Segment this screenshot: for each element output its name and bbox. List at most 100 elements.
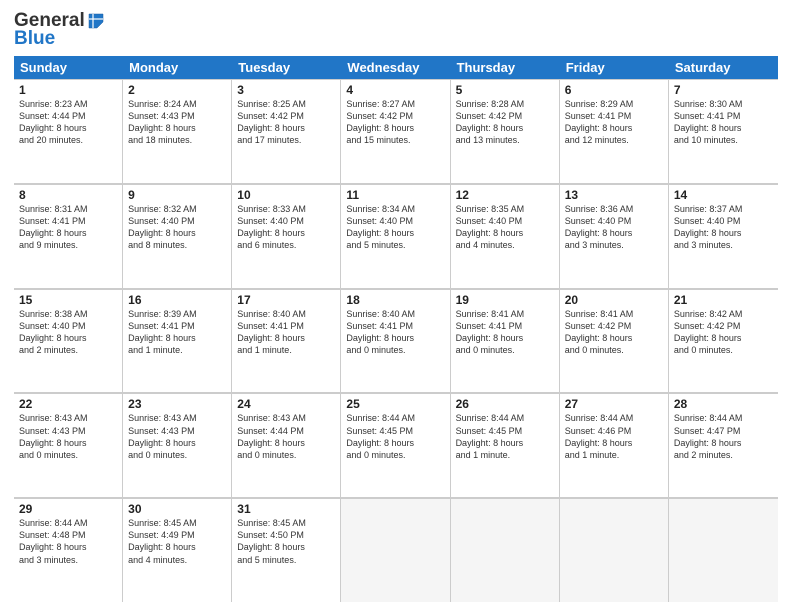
cell-info-line: Sunset: 4:42 PM (565, 320, 663, 332)
cell-info-line: Sunrise: 8:43 AM (128, 412, 226, 424)
day-number: 28 (674, 397, 773, 411)
day-number: 26 (456, 397, 554, 411)
empty-cell (451, 498, 560, 602)
cell-info-line: and 13 minutes. (456, 134, 554, 146)
day-cell-18: 18Sunrise: 8:40 AMSunset: 4:41 PMDayligh… (341, 289, 450, 393)
day-number: 31 (237, 502, 335, 516)
day-cell-21: 21Sunrise: 8:42 AMSunset: 4:42 PMDayligh… (669, 289, 778, 393)
cell-info-line: and 1 minute. (237, 344, 335, 356)
day-cell-25: 25Sunrise: 8:44 AMSunset: 4:45 PMDayligh… (341, 393, 450, 497)
cell-info-line: Sunrise: 8:31 AM (19, 203, 117, 215)
header-day-thursday: Thursday (451, 56, 560, 79)
cell-info-line: Sunrise: 8:44 AM (19, 517, 117, 529)
day-number: 18 (346, 293, 444, 307)
day-number: 11 (346, 188, 444, 202)
cell-info-line: and 5 minutes. (237, 554, 335, 566)
cell-info-line: Daylight: 8 hours (456, 227, 554, 239)
cell-info-line: and 0 minutes. (128, 449, 226, 461)
cell-info-line: Sunrise: 8:33 AM (237, 203, 335, 215)
cell-info-line: Daylight: 8 hours (346, 227, 444, 239)
cell-info-line: Sunset: 4:45 PM (346, 425, 444, 437)
cell-info-line: Sunset: 4:44 PM (19, 110, 117, 122)
day-number: 6 (565, 83, 663, 97)
cell-info-line: Daylight: 8 hours (237, 227, 335, 239)
cell-info-line: and 9 minutes. (19, 239, 117, 251)
day-number: 21 (674, 293, 773, 307)
cell-info-line: Sunset: 4:41 PM (456, 320, 554, 332)
cell-info-line: Sunset: 4:48 PM (19, 529, 117, 541)
day-cell-20: 20Sunrise: 8:41 AMSunset: 4:42 PMDayligh… (560, 289, 669, 393)
cell-info-line: Daylight: 8 hours (565, 227, 663, 239)
cell-info-line: Daylight: 8 hours (237, 122, 335, 134)
cell-info-line: Sunrise: 8:39 AM (128, 308, 226, 320)
cell-info-line: Sunset: 4:49 PM (128, 529, 226, 541)
cell-info-line: Sunrise: 8:34 AM (346, 203, 444, 215)
cell-info-line: Daylight: 8 hours (237, 332, 335, 344)
cell-info-line: Daylight: 8 hours (346, 122, 444, 134)
day-number: 13 (565, 188, 663, 202)
cell-info-line: and 12 minutes. (565, 134, 663, 146)
day-number: 7 (674, 83, 773, 97)
cell-info-line: Daylight: 8 hours (128, 122, 226, 134)
cell-info-line: Daylight: 8 hours (565, 332, 663, 344)
cell-info-line: Sunrise: 8:40 AM (237, 308, 335, 320)
calendar-body: 1Sunrise: 8:23 AMSunset: 4:44 PMDaylight… (14, 79, 778, 602)
cell-info-line: and 0 minutes. (346, 344, 444, 356)
cell-info-line: Sunset: 4:42 PM (456, 110, 554, 122)
cell-info-line: Sunrise: 8:44 AM (346, 412, 444, 424)
day-cell-7: 7Sunrise: 8:30 AMSunset: 4:41 PMDaylight… (669, 79, 778, 183)
cell-info-line: Sunset: 4:41 PM (346, 320, 444, 332)
cell-info-line: Daylight: 8 hours (346, 437, 444, 449)
cell-info-line: Sunset: 4:40 PM (128, 215, 226, 227)
day-cell-1: 1Sunrise: 8:23 AMSunset: 4:44 PMDaylight… (14, 79, 123, 183)
cell-info-line: and 1 minute. (128, 344, 226, 356)
cell-info-line: Sunrise: 8:43 AM (19, 412, 117, 424)
day-cell-4: 4Sunrise: 8:27 AMSunset: 4:42 PMDaylight… (341, 79, 450, 183)
day-cell-12: 12Sunrise: 8:35 AMSunset: 4:40 PMDayligh… (451, 184, 560, 288)
cell-info-line: and 18 minutes. (128, 134, 226, 146)
cell-info-line: Sunset: 4:40 PM (19, 320, 117, 332)
cell-info-line: Daylight: 8 hours (674, 332, 773, 344)
day-number: 5 (456, 83, 554, 97)
day-number: 20 (565, 293, 663, 307)
empty-cell (560, 498, 669, 602)
logo-flag-icon (87, 12, 105, 30)
day-cell-5: 5Sunrise: 8:28 AMSunset: 4:42 PMDaylight… (451, 79, 560, 183)
day-number: 29 (19, 502, 117, 516)
cell-info-line: Sunset: 4:41 PM (565, 110, 663, 122)
cell-info-line: and 2 minutes. (674, 449, 773, 461)
day-cell-10: 10Sunrise: 8:33 AMSunset: 4:40 PMDayligh… (232, 184, 341, 288)
cell-info-line: Sunset: 4:43 PM (128, 425, 226, 437)
day-cell-6: 6Sunrise: 8:29 AMSunset: 4:41 PMDaylight… (560, 79, 669, 183)
day-cell-30: 30Sunrise: 8:45 AMSunset: 4:49 PMDayligh… (123, 498, 232, 602)
cell-info-line: Sunset: 4:40 PM (674, 215, 773, 227)
header: General Blue (14, 10, 778, 50)
cell-info-line: Sunset: 4:47 PM (674, 425, 773, 437)
cell-info-line: and 0 minutes. (19, 449, 117, 461)
day-cell-24: 24Sunrise: 8:43 AMSunset: 4:44 PMDayligh… (232, 393, 341, 497)
cell-info-line: Sunrise: 8:35 AM (456, 203, 554, 215)
day-number: 10 (237, 188, 335, 202)
header-day-saturday: Saturday (669, 56, 778, 79)
header-day-monday: Monday (123, 56, 232, 79)
cell-info-line: Sunset: 4:41 PM (237, 320, 335, 332)
day-cell-8: 8Sunrise: 8:31 AMSunset: 4:41 PMDaylight… (14, 184, 123, 288)
cell-info-line: Sunrise: 8:23 AM (19, 98, 117, 110)
cell-info-line: and 1 minute. (565, 449, 663, 461)
cell-info-line: Sunrise: 8:32 AM (128, 203, 226, 215)
cell-info-line: Sunset: 4:43 PM (128, 110, 226, 122)
day-number: 16 (128, 293, 226, 307)
day-number: 8 (19, 188, 117, 202)
day-cell-29: 29Sunrise: 8:44 AMSunset: 4:48 PMDayligh… (14, 498, 123, 602)
cell-info-line: Sunset: 4:46 PM (565, 425, 663, 437)
cell-info-line: Daylight: 8 hours (237, 437, 335, 449)
cell-info-line: Sunrise: 8:44 AM (674, 412, 773, 424)
cell-info-line: Daylight: 8 hours (456, 437, 554, 449)
cell-info-line: and 20 minutes. (19, 134, 117, 146)
cell-info-line: Daylight: 8 hours (128, 541, 226, 553)
cell-info-line: Sunrise: 8:40 AM (346, 308, 444, 320)
day-number: 15 (19, 293, 117, 307)
cell-info-line: Daylight: 8 hours (19, 541, 117, 553)
week-row-2: 8Sunrise: 8:31 AMSunset: 4:41 PMDaylight… (14, 184, 778, 289)
day-cell-19: 19Sunrise: 8:41 AMSunset: 4:41 PMDayligh… (451, 289, 560, 393)
